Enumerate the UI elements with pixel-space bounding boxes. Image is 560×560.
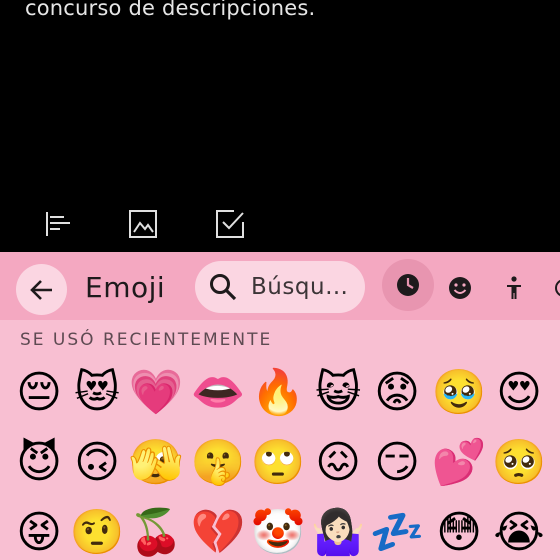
emoji-key[interactable]: 💗 — [127, 364, 185, 422]
emoji-key[interactable]: 😈 — [10, 434, 68, 492]
emoji-key[interactable]: 😟 — [368, 364, 426, 422]
back-button[interactable] — [16, 264, 67, 315]
smiley-icon — [449, 277, 471, 299]
emoji-key[interactable]: 🙃 — [68, 434, 126, 492]
emoji-key[interactable]: 🫣 — [127, 434, 185, 492]
emoji-key[interactable]: 💔 — [189, 504, 247, 560]
emoji-key[interactable]: 🤡 — [249, 504, 307, 560]
emoji-key[interactable]: 🔥 — [249, 364, 307, 422]
checkbox-button[interactable] — [210, 204, 250, 244]
emoji-search-input[interactable]: Búsqu… — [195, 261, 365, 313]
emoji-key[interactable]: 👄 — [189, 364, 247, 422]
editor-toolbar — [0, 200, 560, 250]
emoji-key[interactable]: 😍 — [490, 364, 548, 422]
note-text[interactable]: concurso de descripciones. — [25, 0, 315, 22]
tab-more[interactable] — [544, 268, 560, 308]
emoji-keyboard: Emoji Búsqu… SE USÓ RECIENTEMENTE 😔 😻 💗 … — [0, 252, 560, 560]
search-icon — [210, 274, 237, 301]
emoji-key[interactable]: 😳 — [430, 504, 488, 560]
tab-recent[interactable] — [382, 259, 434, 311]
emoji-key[interactable]: 💤 — [368, 504, 426, 560]
emoji-key[interactable]: 😻 — [68, 364, 126, 422]
emoji-key[interactable]: 🤷🏻‍♀️ — [309, 504, 367, 560]
emoji-key[interactable]: 😏 — [368, 434, 426, 492]
emoji-key[interactable]: 🤨 — [68, 504, 126, 560]
search-placeholder: Búsqu… — [251, 274, 349, 300]
more-icon — [555, 279, 560, 297]
arrow-left-icon — [29, 279, 52, 300]
emoji-key[interactable]: 🥺 — [490, 434, 548, 492]
emoji-key[interactable]: 😭 — [490, 504, 548, 560]
checkbox-icon — [216, 210, 244, 238]
section-label: SE USÓ RECIENTEMENTE — [20, 330, 273, 350]
insert-image-button[interactable] — [123, 204, 163, 244]
emoji-key[interactable]: 😝 — [10, 504, 68, 560]
emoji-key[interactable]: 💕 — [430, 434, 488, 492]
emoji-key[interactable]: 🤫 — [189, 434, 247, 492]
emoji-key[interactable]: 🙄 — [249, 434, 307, 492]
text-format-button[interactable] — [36, 204, 76, 244]
image-icon — [129, 210, 157, 238]
emoji-key[interactable]: 🍒 — [127, 504, 185, 560]
tab-smileys[interactable] — [440, 268, 480, 308]
person-icon — [507, 276, 521, 299]
emoji-key[interactable]: 😺 — [309, 364, 367, 422]
recent-clock-icon — [397, 274, 419, 296]
emoji-key[interactable]: 😔 — [10, 364, 68, 422]
keyboard-title: Emoji — [85, 271, 166, 304]
emoji-keyboard-header: Emoji Búsqu… — [0, 252, 560, 320]
emoji-key[interactable]: 😖 — [309, 434, 367, 492]
text-format-icon — [46, 212, 70, 236]
emoji-key[interactable]: 🥹 — [430, 364, 488, 422]
tab-people[interactable] — [494, 268, 534, 308]
